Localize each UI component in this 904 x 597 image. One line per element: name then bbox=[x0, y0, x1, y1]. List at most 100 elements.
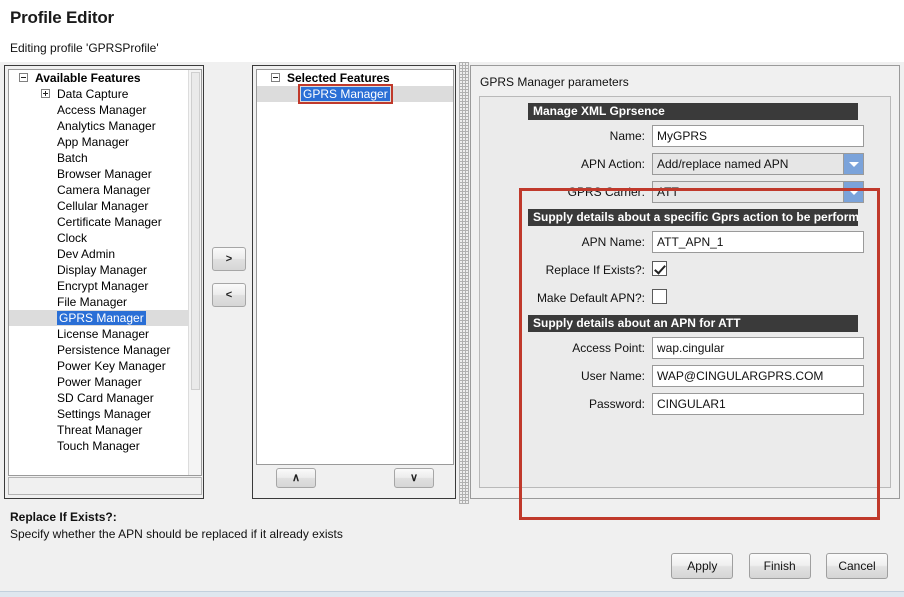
available-feature-label: Clock bbox=[57, 231, 87, 245]
main-content-area: Available Features Data Capture Access Man… bbox=[0, 62, 904, 504]
parameters-title: GPRS Manager parameters bbox=[480, 75, 629, 89]
available-feature-item[interactable]: Analytics Manager bbox=[9, 118, 188, 134]
available-feature-label: Analytics Manager bbox=[57, 119, 156, 133]
field-label: Access Point: bbox=[480, 337, 645, 359]
user-name-input[interactable]: WAP@CINGULARGPRS.COM bbox=[652, 365, 864, 387]
apn-name-input[interactable]: ATT_APN_1 bbox=[652, 231, 864, 253]
panel-splitter[interactable] bbox=[459, 62, 469, 504]
apply-button[interactable]: Apply bbox=[671, 553, 733, 579]
form-row: Access Point: wap.cingular bbox=[480, 337, 892, 361]
finish-button[interactable]: Finish bbox=[749, 553, 811, 579]
cancel-button[interactable]: Cancel bbox=[826, 553, 888, 579]
available-features-root-label: Available Features bbox=[35, 71, 141, 85]
available-feature-label: License Manager bbox=[57, 327, 149, 341]
collapse-icon[interactable] bbox=[19, 73, 28, 82]
available-feature-item[interactable]: Persistence Manager bbox=[9, 342, 188, 358]
available-features-tree[interactable]: Available Features Data Capture Access Man… bbox=[8, 69, 202, 476]
move-up-button[interactable]: ∧ bbox=[276, 468, 316, 488]
available-feature-item[interactable]: Power Key Manager bbox=[9, 358, 188, 374]
available-feature-item[interactable]: Encrypt Manager bbox=[9, 278, 188, 294]
available-feature-label: Cellular Manager bbox=[57, 199, 148, 213]
form-row: APN Name:ATT_APN_1 bbox=[480, 231, 892, 255]
section-header: Supply details about a specific Gprs act… bbox=[528, 209, 858, 226]
make-default-apn-checkbox[interactable] bbox=[652, 289, 667, 304]
field-label: Replace If Exists?: bbox=[480, 259, 645, 281]
selected-feature-item-gprs-manager[interactable]: GPRS Manager bbox=[257, 86, 453, 102]
available-feature-item[interactable]: GPRS Manager bbox=[9, 310, 188, 326]
gprs-carrier-dropdown[interactable]: ATT bbox=[652, 181, 864, 203]
available-feature-item[interactable]: Camera Manager bbox=[9, 182, 188, 198]
page-footer: Replace If Exists?: Specify whether the … bbox=[0, 504, 904, 597]
page-subtitle: Editing profile 'GPRSProfile' bbox=[10, 41, 159, 55]
selected-features-reorder-bar: ∧ ∨ bbox=[256, 465, 454, 495]
available-feature-label: Certificate Manager bbox=[57, 215, 162, 229]
available-feature-item[interactable]: Batch bbox=[9, 150, 188, 166]
form-row: GPRS Carrier: ATT bbox=[480, 181, 892, 205]
available-feature-item[interactable]: Clock bbox=[9, 230, 188, 246]
available-feature-item[interactable]: License Manager bbox=[9, 326, 188, 342]
available-feature-label: GPRS Manager bbox=[57, 311, 146, 325]
add-feature-button[interactable]: > bbox=[212, 247, 246, 271]
password-input[interactable]: CINGULAR1 bbox=[652, 393, 864, 415]
form-row: Name: MyGPRS bbox=[480, 125, 892, 149]
chevron-down-icon[interactable] bbox=[843, 182, 863, 202]
available-feature-item[interactable]: Power Manager bbox=[9, 374, 188, 390]
available-features-scrollbar[interactable] bbox=[188, 70, 201, 475]
expand-icon[interactable] bbox=[41, 89, 50, 98]
available-feature-label: Data Capture bbox=[57, 87, 128, 101]
section-header: Supply details about an APN for ATT bbox=[528, 315, 858, 332]
available-feature-item[interactable]: Touch Manager bbox=[9, 438, 188, 454]
section-header: Manage XML Gprsence bbox=[528, 103, 858, 120]
available-feature-label: Persistence Manager bbox=[57, 343, 170, 357]
apn-action-dropdown[interactable]: Add/replace named APN bbox=[652, 153, 864, 175]
apn-action-selected-value: Add/replace named APN bbox=[657, 157, 788, 171]
scrollbar-thumb[interactable] bbox=[191, 72, 200, 390]
name-input[interactable]: MyGPRS bbox=[652, 125, 864, 147]
remove-feature-button[interactable]: < bbox=[212, 283, 246, 307]
available-features-list: Available Features Data Capture Access Man… bbox=[9, 70, 188, 454]
chevron-down-icon[interactable] bbox=[843, 154, 863, 174]
available-feature-item[interactable]: Access Manager bbox=[9, 102, 188, 118]
available-feature-item[interactable]: Threat Manager bbox=[9, 422, 188, 438]
available-features-root[interactable]: Available Features bbox=[9, 70, 188, 86]
available-feature-item[interactable]: Data Capture bbox=[9, 86, 188, 102]
available-feature-label: Dev Admin bbox=[57, 247, 115, 261]
form-row: Password: CINGULAR1 bbox=[480, 393, 892, 417]
available-feature-label: Power Key Manager bbox=[57, 359, 166, 373]
available-features-footer-strip bbox=[8, 477, 202, 495]
available-feature-item[interactable]: File Manager bbox=[9, 294, 188, 310]
parameters-form: Manage XML Gprsence Name: MyGPRS APN Action… bbox=[479, 96, 891, 488]
available-feature-item[interactable]: Display Manager bbox=[9, 262, 188, 278]
available-feature-label: Access Manager bbox=[57, 103, 146, 117]
available-feature-item[interactable]: App Manager bbox=[9, 134, 188, 150]
help-description: Specify whether the APN should be replac… bbox=[10, 527, 343, 541]
dialog-button-row: Apply Finish Cancel bbox=[659, 553, 888, 579]
annotation-highlight-box: GPRS Manager bbox=[301, 86, 390, 102]
field-label: GPRS Carrier: bbox=[480, 181, 645, 203]
form-row: User Name: WAP@CINGULARGPRS.COM bbox=[480, 365, 892, 389]
available-feature-label: SD Card Manager bbox=[57, 391, 154, 405]
available-feature-item[interactable]: SD Card Manager bbox=[9, 390, 188, 406]
move-down-button[interactable]: ∨ bbox=[394, 468, 434, 488]
page-header: Profile Editor Editing profile 'GPRSProf… bbox=[0, 0, 904, 62]
available-features-panel: Available Features Data Capture Access Man… bbox=[4, 65, 204, 499]
available-feature-item[interactable]: Certificate Manager bbox=[9, 214, 188, 230]
available-feature-label: Touch Manager bbox=[57, 439, 140, 453]
available-feature-item[interactable]: Settings Manager bbox=[9, 406, 188, 422]
available-feature-label: Browser Manager bbox=[57, 167, 152, 181]
selected-features-tree[interactable]: Selected Features GPRS Manager bbox=[256, 69, 454, 465]
available-feature-item[interactable]: Dev Admin bbox=[9, 246, 188, 262]
available-feature-item[interactable]: Browser Manager bbox=[9, 166, 188, 182]
available-feature-label: File Manager bbox=[57, 295, 127, 309]
available-feature-item[interactable]: Cellular Manager bbox=[9, 198, 188, 214]
replace-if-exists-checkbox[interactable] bbox=[652, 261, 667, 276]
field-label: APN Action: bbox=[480, 153, 645, 175]
access-point-input[interactable]: wap.cingular bbox=[652, 337, 864, 359]
available-feature-label: App Manager bbox=[57, 135, 129, 149]
selected-features-root-label: Selected Features bbox=[287, 71, 390, 85]
field-label: User Name: bbox=[480, 365, 645, 387]
collapse-icon[interactable] bbox=[271, 73, 280, 82]
field-label: Password: bbox=[480, 393, 645, 415]
gprs-carrier-selected-value: ATT bbox=[657, 185, 679, 199]
field-label: Name: bbox=[480, 125, 645, 147]
